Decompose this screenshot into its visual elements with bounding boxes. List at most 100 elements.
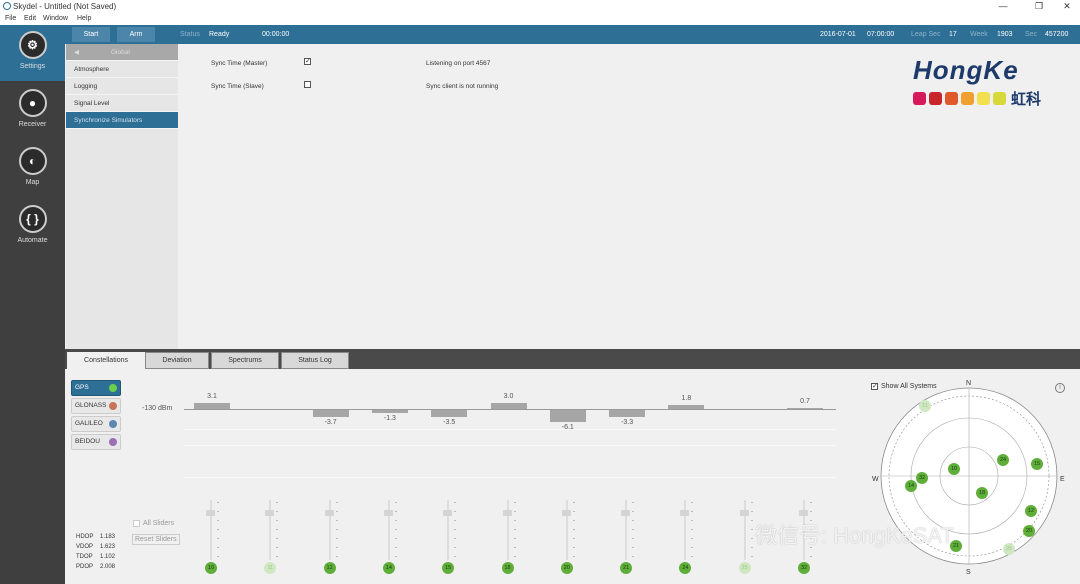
power-slider-knob-12[interactable] — [324, 510, 334, 516]
constellation-label: GPS — [75, 384, 89, 391]
sky-sat-10[interactable]: 10 — [948, 463, 960, 475]
settings-submenu: ◀ Global Atmosphere Logging Signal Level … — [66, 44, 178, 349]
sky-sat-25[interactable]: 25 — [1003, 543, 1015, 555]
tab-status-log[interactable]: Status Log — [281, 352, 349, 369]
slider-tick — [572, 511, 575, 512]
submenu-item-synchronize-simulators[interactable]: Synchronize Simulators — [66, 112, 178, 129]
slider-tick — [217, 547, 219, 548]
power-slider-track-15[interactable] — [447, 500, 450, 560]
sky-sat-14[interactable]: 14 — [905, 480, 917, 492]
close-button[interactable]: ✕ — [1056, 0, 1078, 13]
slider-tick — [750, 511, 753, 512]
logo-block — [913, 92, 926, 105]
slider-tick — [750, 529, 753, 530]
gear-icon: ⚙ — [18, 31, 47, 59]
slider-tick — [335, 520, 338, 521]
slider-tick — [691, 511, 694, 512]
power-slider-track-18[interactable] — [506, 500, 509, 560]
sidebar-item-receiver[interactable]: ● Receiver — [0, 83, 65, 139]
power-slider-knob-10[interactable] — [206, 510, 215, 516]
reset-sliders-button[interactable]: Reset Sliders — [132, 534, 180, 545]
power-slider-track-11[interactable] — [269, 500, 272, 560]
restore-button[interactable]: ❐ — [1028, 0, 1050, 13]
sky-sat-12[interactable]: 12 — [1025, 505, 1037, 517]
dop-value: 1.623 — [100, 544, 116, 550]
sky-sat-18[interactable]: 18 — [976, 487, 988, 499]
power-slider-track-25[interactable] — [743, 500, 746, 560]
sky-sat-15[interactable]: 15 — [1031, 458, 1043, 470]
power-slider-knob-11[interactable] — [265, 510, 275, 516]
slider-tick — [572, 502, 575, 503]
power-slider-knob-25[interactable] — [739, 510, 749, 516]
power-slider-track-20[interactable] — [565, 500, 568, 560]
submenu-item-atmosphere[interactable]: Atmosphere — [66, 61, 178, 78]
constellation-galileo-button[interactable]: GALILEO — [71, 416, 121, 432]
power-slider-knob-32[interactable] — [799, 510, 808, 516]
menu-window[interactable]: Window — [43, 15, 68, 22]
submenu-item-signal-level[interactable]: Signal Level — [66, 95, 178, 112]
all-sliders-label: All Sliders — [143, 520, 175, 527]
sat-badge-14: 14 — [382, 562, 395, 574]
slider-tick — [394, 502, 397, 503]
all-sliders-checkbox[interactable] — [133, 520, 140, 527]
sky-sat-32[interactable]: 32 — [916, 472, 928, 484]
sat-badge-10: 10 — [205, 562, 217, 574]
slider-tick — [276, 547, 279, 548]
power-slider-track-10[interactable] — [210, 500, 212, 560]
dop-value: 1.102 — [100, 554, 116, 560]
minimize-button[interactable]: — — [992, 0, 1014, 13]
signal-bar-32 — [787, 407, 823, 410]
power-slider-knob-14[interactable] — [383, 510, 393, 516]
slider-tick — [691, 529, 694, 530]
sat-badge-15: 15 — [442, 562, 455, 574]
sidebar-label: Automate — [17, 237, 48, 244]
menu-bar: File Edit Window Help — [0, 13, 1080, 25]
signal-bar-18 — [490, 403, 527, 409]
slider-tick — [217, 529, 219, 530]
tab-spectrums[interactable]: Spectrums — [211, 352, 279, 369]
constellation-gps-button[interactable]: GPS — [71, 380, 121, 396]
signal-bar-12 — [312, 410, 349, 418]
slider-tick — [513, 538, 516, 539]
menu-edit[interactable]: Edit — [24, 15, 36, 22]
start-button[interactable]: Start — [72, 27, 110, 42]
power-slider-track-14[interactable] — [387, 500, 390, 560]
sidebar-label: Receiver — [18, 121, 47, 128]
slider-tick — [276, 520, 279, 521]
slider-tick — [750, 520, 753, 521]
constellation-color-dot — [109, 438, 117, 446]
power-slider-knob-21[interactable] — [621, 510, 631, 516]
constellation-beidou-button[interactable]: BEIDOU — [71, 434, 121, 450]
power-slider-track-12[interactable] — [328, 500, 331, 560]
sat-badge-18: 18 — [501, 562, 514, 574]
sync-slave-checkbox[interactable] — [304, 81, 311, 88]
lower-tab-strip: Constellations Deviation Spectrums Statu… — [65, 349, 1080, 369]
sky-plot — [880, 387, 1058, 565]
sidebar-item-settings[interactable]: ⚙ Settings — [0, 25, 65, 81]
power-slider-knob-18[interactable] — [502, 510, 512, 516]
sky-sat-20[interactable]: 20 — [1023, 525, 1035, 537]
sky-sat-24[interactable]: 24 — [997, 454, 1009, 466]
sky-sat-11[interactable]: 11 — [919, 400, 931, 412]
menu-file[interactable]: File — [5, 15, 16, 22]
power-slider-track-21[interactable] — [625, 500, 628, 560]
tab-constellations[interactable]: Constellations — [67, 352, 145, 369]
slider-tick — [454, 520, 457, 521]
power-slider-track-24[interactable] — [684, 500, 687, 560]
power-slider-knob-24[interactable] — [680, 510, 690, 516]
sidebar-item-map[interactable]: ◐ Map — [0, 141, 65, 197]
power-slider-knob-20[interactable] — [561, 510, 571, 516]
menu-help[interactable]: Help — [77, 15, 91, 22]
arm-button[interactable]: Arm — [117, 27, 155, 42]
tab-deviation[interactable]: Deviation — [145, 352, 209, 369]
sync-master-checkbox[interactable]: ✓ — [304, 58, 311, 65]
braces-icon: { } — [18, 205, 47, 233]
slider-tick — [335, 529, 338, 530]
slider-tick — [572, 520, 575, 521]
sidebar-item-automate[interactable]: { } Automate — [0, 199, 65, 255]
back-global-button[interactable]: ◀ Global — [66, 44, 178, 61]
submenu-item-logging[interactable]: Logging — [66, 78, 178, 95]
logo-block — [961, 92, 974, 105]
power-slider-knob-15[interactable] — [443, 510, 453, 516]
constellation-glonass-button[interactable]: GLONASS — [71, 398, 121, 414]
